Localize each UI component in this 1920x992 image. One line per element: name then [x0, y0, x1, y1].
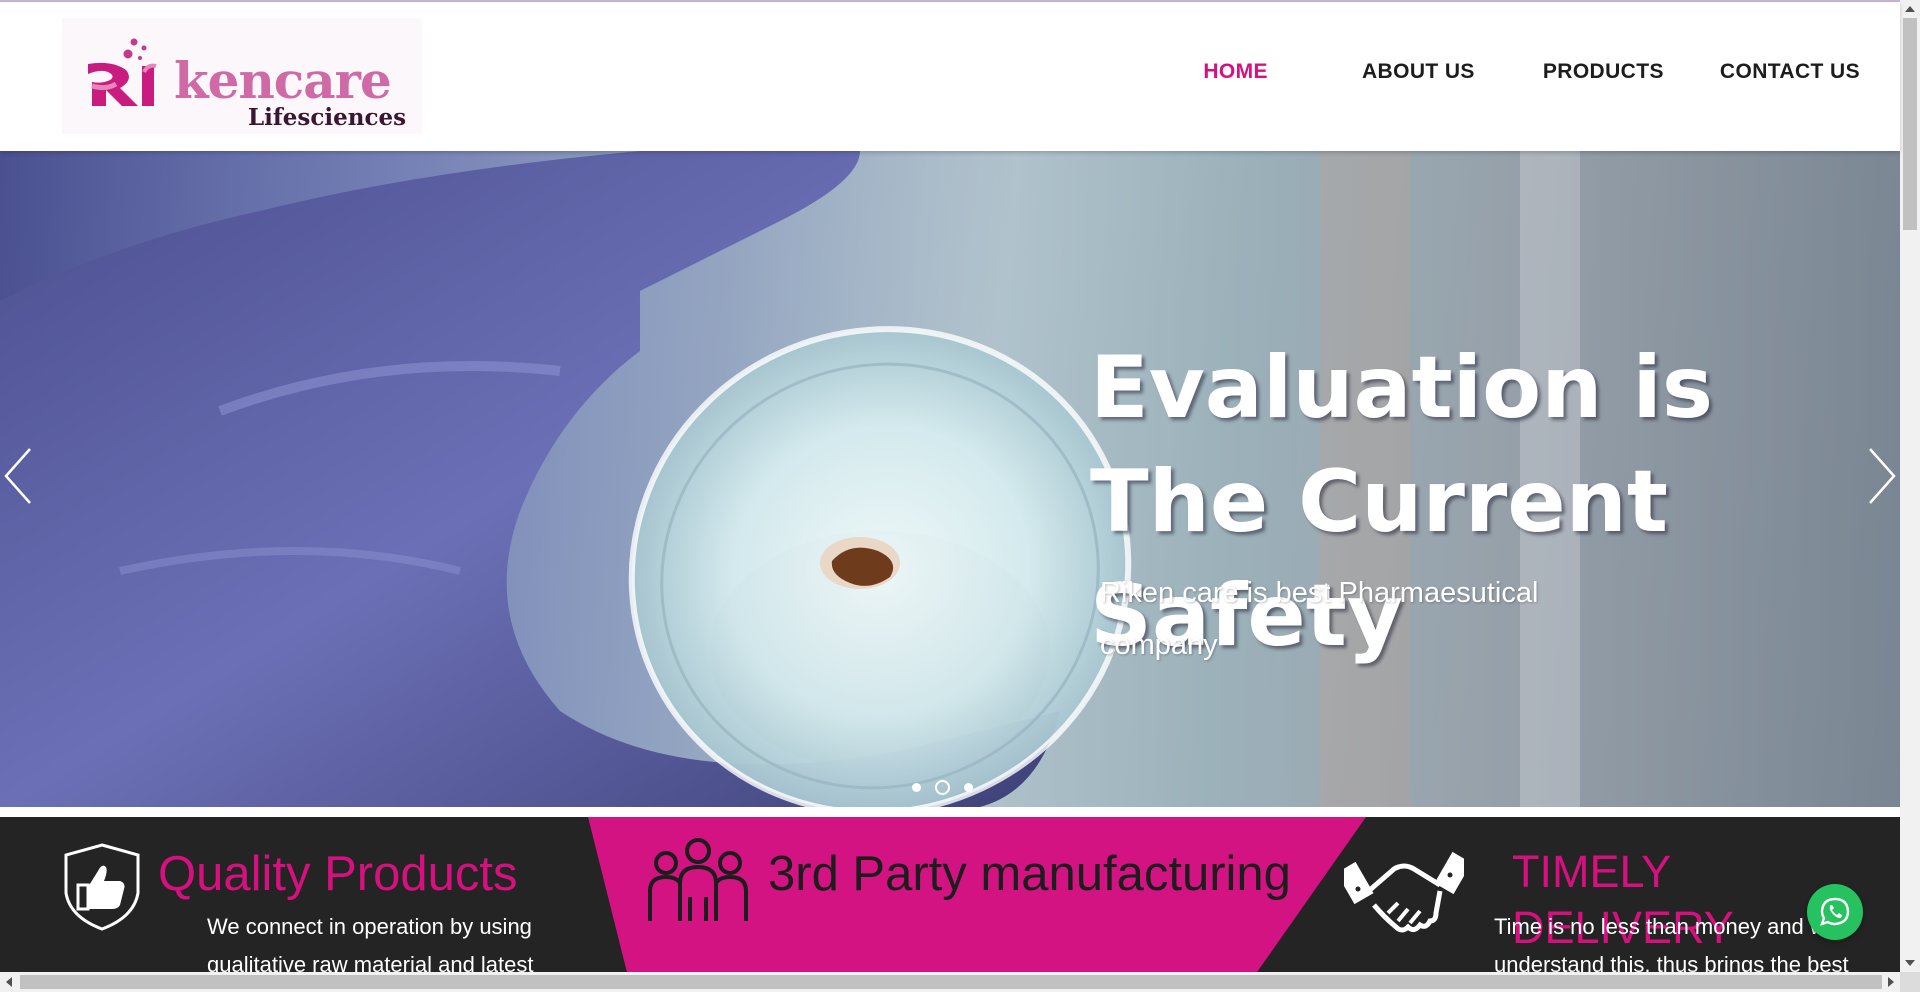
- feature-title-quality: Quality Products: [158, 847, 518, 901]
- team-icon: [648, 838, 748, 921]
- slider-dot-2[interactable]: [935, 780, 950, 795]
- prev-slide-chevron-icon[interactable]: [0, 441, 40, 511]
- hero-subtitle: Riken care is best Pharmaesutical compan…: [1100, 577, 1539, 661]
- main-nav: HOME ABOUT US PRODUCTS CONTACT US: [1203, 60, 1860, 84]
- logo-mark-icon: [88, 38, 157, 106]
- nav-home[interactable]: HOME: [1203, 60, 1268, 84]
- scrollbar-corner: [1900, 972, 1920, 992]
- nav-about-us[interactable]: ABOUT US: [1362, 60, 1475, 84]
- features-strip: Quality Products We connect in operation…: [0, 817, 1900, 972]
- slider-dot-1[interactable]: [912, 783, 921, 792]
- whatsapp-chat-button[interactable]: [1807, 884, 1863, 940]
- next-slide-chevron-icon[interactable]: [1862, 441, 1900, 511]
- logo-subtitle-text: Lifesciences: [248, 104, 407, 131]
- section-divider: [0, 807, 1900, 817]
- nav-products[interactable]: PRODUCTS: [1543, 60, 1664, 84]
- feature-title-manufacturing: 3rd Party manufacturing: [768, 847, 1291, 901]
- thumbs-up-shield-icon: [64, 843, 140, 931]
- slider-dots: [912, 780, 973, 795]
- hero-slider: Evaluation is The Current Safety Riken c…: [0, 151, 1900, 807]
- scroll-down-arrow-icon[interactable]: [1904, 958, 1916, 968]
- horizontal-scrollbar-thumb[interactable]: [20, 975, 1882, 989]
- site-header: kencare Lifesciences HOME ABOUT US PRODU…: [0, 2, 1900, 151]
- nav-contact-us[interactable]: CONTACT US: [1720, 60, 1860, 84]
- slider-dot-3[interactable]: [964, 783, 973, 792]
- scroll-up-arrow-icon[interactable]: [1904, 4, 1916, 14]
- vertical-scrollbar-thumb[interactable]: [1903, 18, 1917, 230]
- logo-brand-text: kencare: [174, 51, 392, 110]
- handshake-icon: [1344, 851, 1464, 933]
- logo[interactable]: kencare Lifesciences: [62, 18, 422, 134]
- whatsapp-icon: [1820, 897, 1850, 926]
- scroll-right-arrow-icon[interactable]: [1886, 976, 1896, 988]
- scroll-left-arrow-icon[interactable]: [4, 976, 14, 988]
- feature-text-quality: We connect in operation by using qualita…: [207, 914, 534, 972]
